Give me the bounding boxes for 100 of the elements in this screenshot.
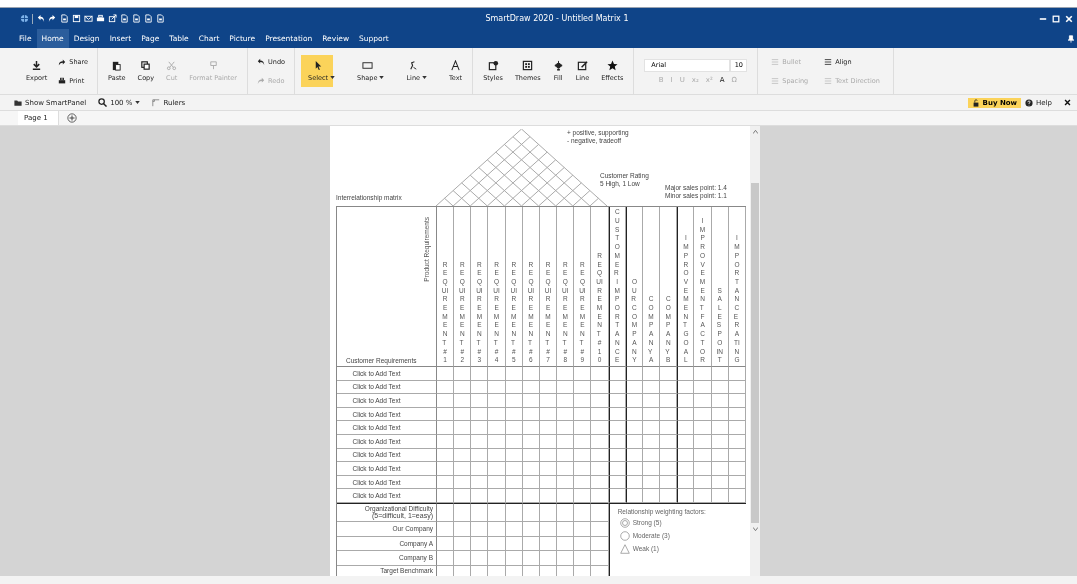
table-cell[interactable] [557,407,575,422]
table-cell[interactable] [437,489,455,503]
table-cell[interactable] [591,421,609,435]
table-cell[interactable] [540,489,558,503]
table-cell[interactable] [728,407,746,422]
table-cell[interactable] [694,394,712,408]
table-cell[interactable] [711,489,729,503]
table-cell[interactable] [488,502,506,522]
table-cell[interactable] [643,462,661,476]
table-cell[interactable] [574,502,592,522]
table-cell[interactable] [660,394,678,408]
table-cell[interactable] [728,367,746,381]
table-cell[interactable] [454,475,472,490]
table-cell[interactable] [677,489,695,503]
table-cell[interactable] [505,380,523,395]
table-cell[interactable] [522,434,540,449]
table-cell[interactable] [522,489,540,503]
table-cell[interactable] [625,367,643,381]
table-cell[interactable] [625,448,643,463]
table-cell[interactable] [505,502,523,522]
table-cell[interactable] [437,502,455,522]
table-cell[interactable] [574,475,592,490]
table-cell[interactable] [608,380,626,395]
table-cell[interactable] [437,394,455,408]
table-cell[interactable] [711,367,729,381]
table-cell[interactable] [522,367,540,381]
table-cell[interactable] [540,536,558,551]
table-cell[interactable] [471,367,489,381]
table-cell[interactable] [660,489,678,503]
table-cell[interactable] [728,462,746,476]
table-cell[interactable] [437,380,455,395]
table-cell[interactable] [608,394,626,408]
table-cell[interactable] [557,394,575,408]
table-cell[interactable] [505,536,523,551]
table-cell[interactable] [728,475,746,490]
close-icon[interactable] [1064,99,1071,106]
table-cell[interactable] [557,434,575,449]
app-logo-icon[interactable] [20,14,29,23]
save-icon[interactable] [72,14,81,23]
table-cell[interactable] [574,367,592,381]
table-cell[interactable] [694,407,712,422]
table-cell[interactable] [471,489,489,503]
table-cell[interactable] [677,421,695,435]
table-cell[interactable] [574,407,592,422]
table-cell[interactable] [608,462,626,476]
scroll-up-icon[interactable] [752,130,758,134]
table-cell[interactable] [505,448,523,463]
table-cell[interactable] [660,407,678,422]
table-cell[interactable] [488,380,506,395]
table-cell[interactable] [694,475,712,490]
table-cell[interactable] [540,421,558,435]
table-cell[interactable] [557,489,575,503]
table-cell[interactable] [505,394,523,408]
table-cell[interactable] [505,434,523,449]
table-cell[interactable] [608,434,626,449]
table-cell[interactable] [625,475,643,490]
table-cell[interactable] [522,421,540,435]
table-cell[interactable] [574,462,592,476]
table-cell[interactable] [488,462,506,476]
table-cell[interactable] [694,380,712,395]
table-cell[interactable] [522,475,540,490]
table-cell[interactable] [625,407,643,422]
scroll-thumb[interactable] [751,183,759,523]
table-cell[interactable] [540,521,558,537]
table-cell[interactable] [471,448,489,463]
table-cell[interactable] [488,367,506,381]
table-cell[interactable] [488,448,506,463]
table-cell[interactable] [574,448,592,463]
table-cell[interactable] [660,448,678,463]
table-cell[interactable] [557,421,575,435]
table-cell[interactable] [591,394,609,408]
table-cell[interactable] [437,536,455,551]
table-cell[interactable] [643,367,661,381]
table-cell[interactable] [643,475,661,490]
table-cell[interactable] [728,394,746,408]
table-cell[interactable] [643,394,661,408]
table-cell[interactable] [437,462,455,476]
document-icon[interactable] [120,14,129,23]
table-cell[interactable] [540,407,558,422]
table-cell[interactable] [694,421,712,435]
table-cell[interactable] [505,489,523,503]
table-cell[interactable] [625,380,643,395]
table-cell[interactable] [660,475,678,490]
table-cell[interactable] [505,367,523,381]
table-cell[interactable] [574,536,592,551]
table-cell[interactable] [471,475,489,490]
document-icon[interactable] [60,14,69,23]
table-cell[interactable] [677,394,695,408]
table-cell[interactable] [694,489,712,503]
table-cell[interactable] [728,421,746,435]
table-cell[interactable] [728,380,746,395]
table-cell[interactable] [522,380,540,395]
table-cell[interactable] [711,394,729,408]
printer-icon[interactable] [96,14,105,23]
table-cell[interactable] [625,434,643,449]
table-cell[interactable] [677,475,695,490]
scroll-down-icon[interactable] [752,527,758,531]
scrollbar[interactable] [750,126,760,576]
table-cell[interactable] [728,489,746,503]
table-cell[interactable] [540,502,558,522]
